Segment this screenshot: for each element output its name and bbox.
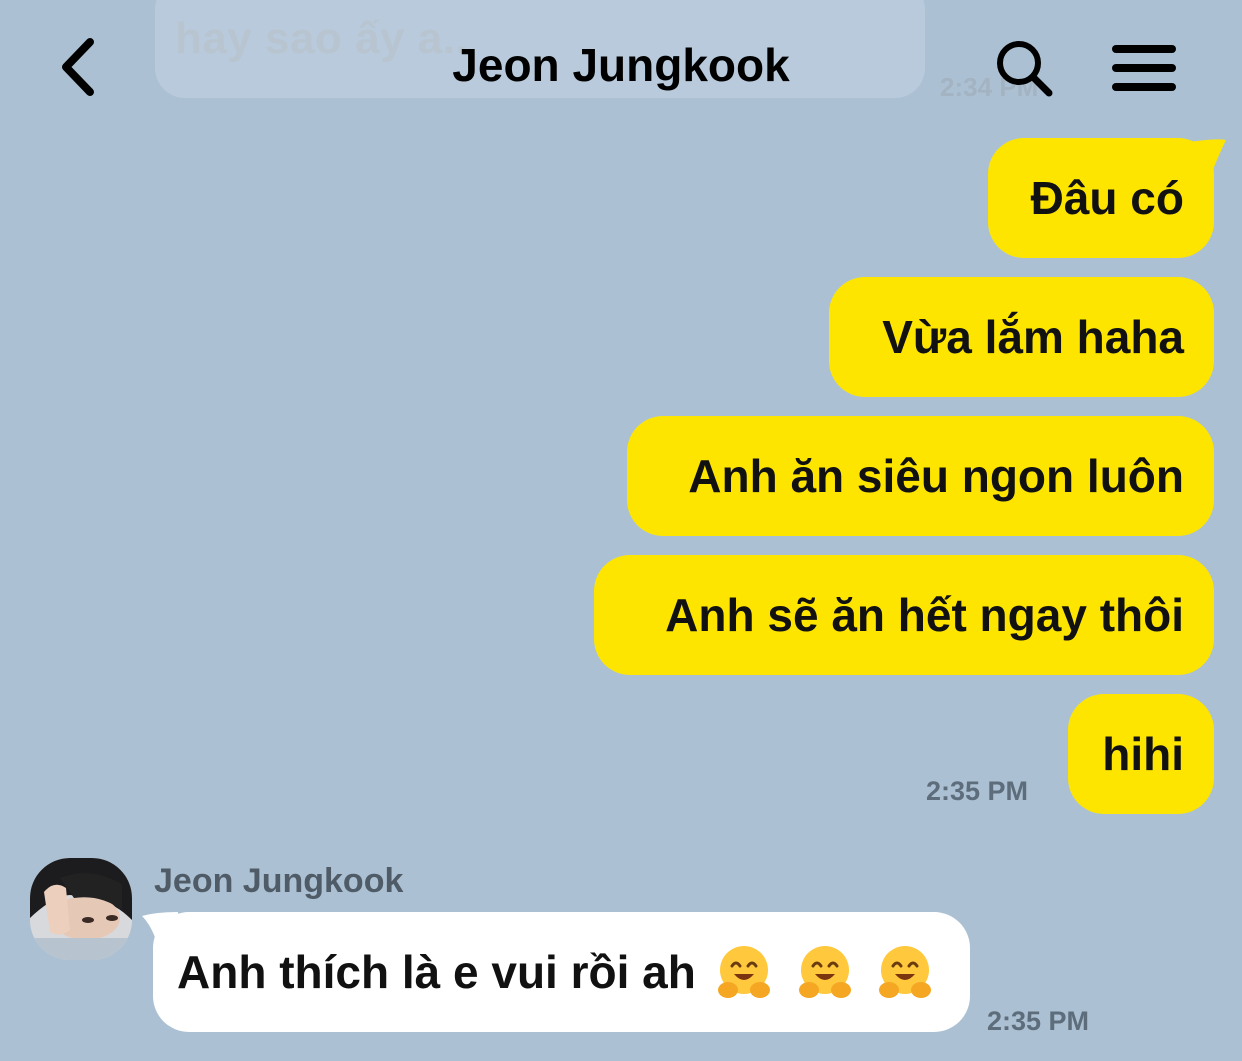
search-icon[interactable] (994, 38, 1054, 98)
avatar-photo (30, 858, 132, 960)
outgoing-message[interactable]: Anh ăn siêu ngon luôn (627, 416, 1214, 536)
menu-icon[interactable] (1112, 43, 1176, 93)
hugging-face-icon (717, 946, 770, 999)
outgoing-message[interactable]: Vừa lắm haha (829, 277, 1214, 397)
chat-title: Jeon Jungkook (452, 39, 790, 91)
hugging-face-icon (798, 946, 851, 999)
incoming-message[interactable]: Anh thích là e vui rồi ah (153, 912, 970, 1032)
message-time: 2:35 PM (987, 1006, 1090, 1036)
sender-name: Jeon Jungkook (154, 862, 404, 900)
outgoing-message[interactable]: hihi (1068, 694, 1214, 814)
emoji-group (706, 942, 936, 1003)
hugging-face-icon (879, 946, 932, 999)
outgoing-message[interactable]: Anh sẽ ăn hết ngay thôi (594, 555, 1214, 675)
incoming-message-text: Anh thích là e vui rồi ah (177, 946, 696, 998)
message-time: 2:35 PM (926, 776, 1029, 806)
avatar[interactable] (30, 858, 132, 960)
outgoing-message[interactable]: Đâu có (988, 138, 1214, 258)
